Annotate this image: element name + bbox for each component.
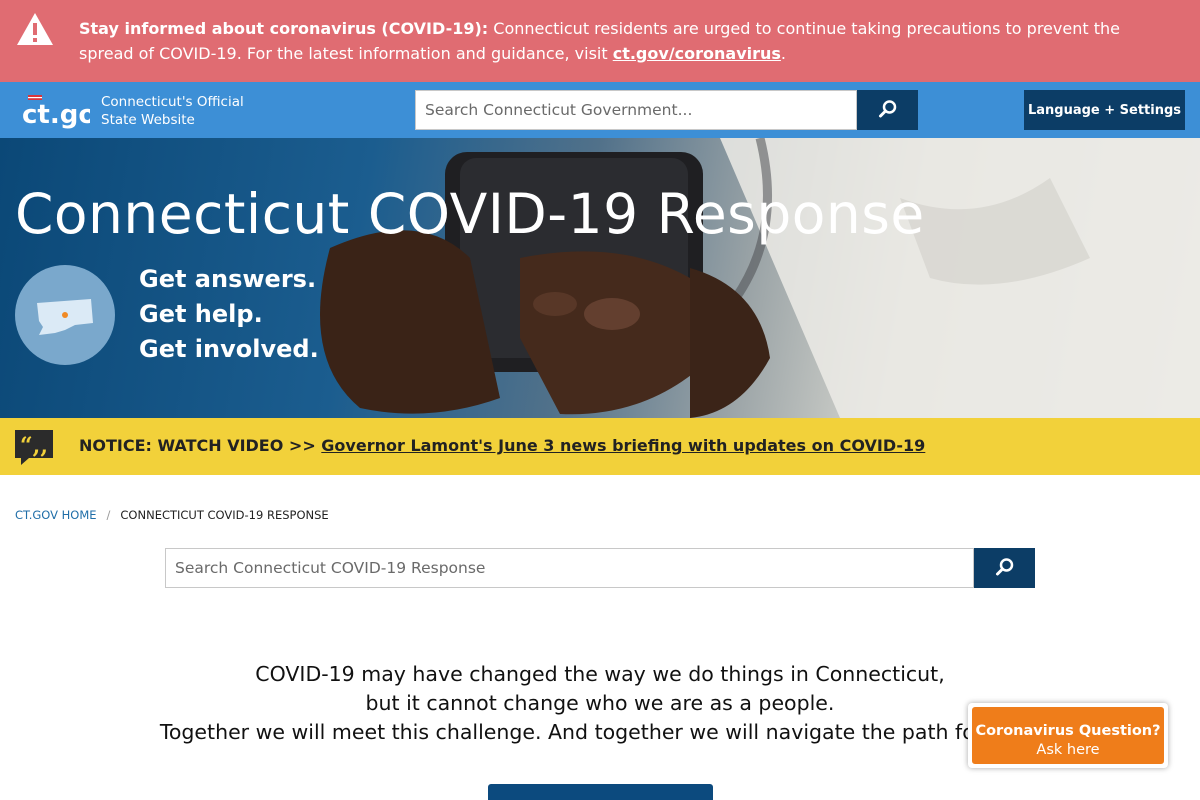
page-search-button[interactable] xyxy=(974,548,1035,588)
search-icon xyxy=(995,557,1013,575)
svg-text:“,,: “,, xyxy=(20,433,48,459)
intro-line-1: COVID-19 may have changed the way we do … xyxy=(255,662,945,686)
coronavirus-question-button[interactable]: Coronavirus Question? Ask here xyxy=(972,707,1164,764)
chat-subtitle: Ask here xyxy=(1036,741,1100,758)
intro-statement: COVID-19 may have changed the way we do … xyxy=(150,660,1050,747)
connecticut-map-icon xyxy=(15,265,115,365)
search-icon xyxy=(878,99,896,117)
call-to-action-button[interactable] xyxy=(488,784,713,800)
breadcrumb-separator: / xyxy=(106,508,111,522)
alert-link[interactable]: ct.gov/coronavirus xyxy=(613,44,781,63)
site-name-line1: Connecticut's Official xyxy=(101,94,244,110)
intro-line-3: Together we will meet this challenge. An… xyxy=(159,720,1041,744)
warning-icon xyxy=(17,13,53,45)
header-search-button[interactable] xyxy=(857,90,918,130)
chat-widget: Coronavirus Question? Ask here xyxy=(968,703,1168,768)
chat-title: Coronavirus Question? xyxy=(975,722,1161,739)
alert-title: Stay informed about coronavirus (COVID-1… xyxy=(79,19,489,38)
site-header: ct.gov Connecticut's Official State Webs… xyxy=(0,82,1200,138)
notice-text: NOTICE: WATCH VIDEO >> Governor Lamont's… xyxy=(79,436,925,455)
notice-label: NOTICE: WATCH VIDEO >> xyxy=(79,436,322,455)
tagline-answers: Get answers. xyxy=(139,265,317,293)
logo-text: ct.gov xyxy=(22,100,90,130)
header-search-input[interactable] xyxy=(415,90,857,130)
ct-gov-logo[interactable]: ct.gov xyxy=(22,91,90,131)
site-name-line2: State Website xyxy=(101,112,195,128)
alert-tail: . xyxy=(780,44,787,63)
hero-banner: Connecticut COVID-19 Response Get answer… xyxy=(0,138,1200,418)
notice-bar: “,, NOTICE: WATCH VIDEO >> Governor Lamo… xyxy=(0,418,1200,475)
alert-message: Stay informed about coronavirus (COVID-1… xyxy=(79,16,1179,66)
tagline-help: Get help. xyxy=(139,300,263,328)
breadcrumb: CT.GOV HOME / CONNECTICUT COVID-19 RESPONS… xyxy=(15,508,329,522)
covid-alert-banner: Stay informed about coronavirus (COVID-1… xyxy=(0,0,1200,82)
language-settings-button[interactable]: Language + Settings xyxy=(1024,90,1185,130)
breadcrumb-home[interactable]: CT.GOV HOME xyxy=(15,508,97,522)
quote-icon: “,, xyxy=(15,430,53,465)
intro-line-2: but it cannot change who we are as a peo… xyxy=(365,691,835,715)
site-name: Connecticut's Official State Website xyxy=(101,93,244,129)
page-title: Connecticut COVID-19 Response xyxy=(15,182,925,246)
page-search-input[interactable] xyxy=(165,548,974,588)
notice-video-link[interactable]: Governor Lamont's June 3 news briefing w… xyxy=(321,436,925,455)
breadcrumb-current: CONNECTICUT COVID-19 RESPONSE xyxy=(120,508,329,522)
tagline-involved: Get involved. xyxy=(139,335,319,363)
